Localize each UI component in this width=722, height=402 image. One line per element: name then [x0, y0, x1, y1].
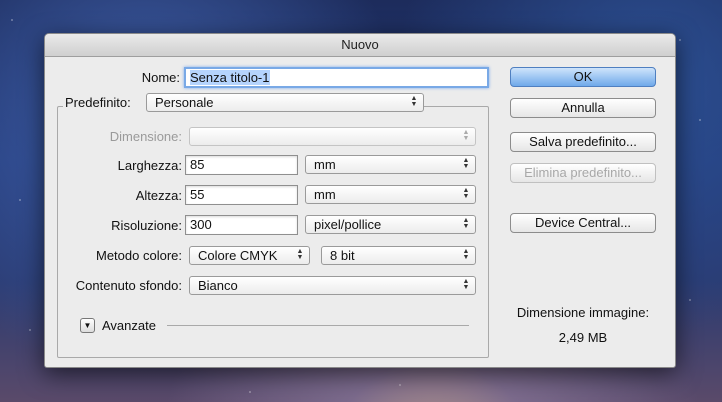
save-preset-button[interactable]: Salva predefinito...	[510, 132, 656, 152]
cancel-button[interactable]: Annulla	[510, 98, 656, 118]
size-label: Dimensione:	[109, 129, 182, 144]
updown-arrows-icon: ▲ ▼	[296, 248, 304, 261]
height-unit-select[interactable]: mm ▲ ▼	[305, 185, 476, 204]
updown-arrows-icon: ▲ ▼	[462, 248, 470, 261]
resolution-label: Risoluzione:	[111, 218, 182, 233]
height-input[interactable]: 55	[185, 185, 298, 205]
updown-arrows-icon: ▲ ▼	[462, 187, 470, 200]
updown-arrows-icon: ▲ ▼	[462, 129, 470, 142]
preset-label: Predefinito:	[63, 92, 149, 114]
preset-select-value: Personale	[155, 95, 214, 110]
new-document-dialog: Nuovo Nome: Senza titolo-1 Predefinito: …	[44, 33, 676, 368]
size-select[interactable]: ▲ ▼	[189, 127, 476, 146]
bit-depth-select[interactable]: 8 bit ▲ ▼	[321, 246, 476, 265]
advanced-separator	[167, 325, 469, 326]
updown-arrows-icon: ▲ ▼	[462, 217, 470, 230]
ok-button[interactable]: OK	[510, 67, 656, 87]
name-input-value: Senza titolo-1	[190, 70, 270, 85]
background-select[interactable]: Bianco ▲ ▼	[189, 276, 476, 295]
triangle-down-icon[interactable]: ▼	[80, 318, 95, 333]
updown-arrows-icon: ▲ ▼	[410, 95, 418, 108]
color-mode-value: Colore CMYK	[198, 248, 278, 263]
preset-select[interactable]: Personale ▲ ▼	[146, 93, 424, 112]
bit-depth-value: 8 bit	[330, 248, 355, 263]
name-input[interactable]: Senza titolo-1	[184, 67, 489, 88]
name-label: Nome:	[141, 70, 180, 85]
updown-arrows-icon: ▲ ▼	[462, 278, 470, 291]
height-label: Altezza:	[135, 188, 182, 203]
device-central-button[interactable]: Device Central...	[510, 213, 656, 233]
height-unit-value: mm	[314, 187, 336, 202]
resolution-input[interactable]: 300	[185, 215, 298, 235]
width-label: Larghezza:	[117, 158, 182, 173]
background-value: Bianco	[198, 278, 238, 293]
color-mode-select[interactable]: Colore CMYK ▲ ▼	[189, 246, 310, 265]
color-mode-label: Metodo colore:	[96, 248, 182, 263]
resolution-unit-value: pixel/pollice	[314, 217, 382, 232]
advanced-label[interactable]: Avanzate	[102, 315, 172, 337]
width-unit-select[interactable]: mm ▲ ▼	[305, 155, 476, 174]
width-input[interactable]: 85	[185, 155, 298, 175]
dialog-title: Nuovo	[45, 34, 675, 57]
updown-arrows-icon: ▲ ▼	[462, 157, 470, 170]
background-label: Contenuto sfondo:	[75, 278, 182, 293]
resolution-unit-select[interactable]: pixel/pollice ▲ ▼	[305, 215, 476, 234]
width-unit-value: mm	[314, 157, 336, 172]
delete-preset-button[interactable]: Elimina predefinito...	[510, 163, 656, 183]
image-size-value: 2,49 MB	[558, 330, 608, 345]
image-size-label: Dimensione immagine:	[516, 305, 650, 320]
